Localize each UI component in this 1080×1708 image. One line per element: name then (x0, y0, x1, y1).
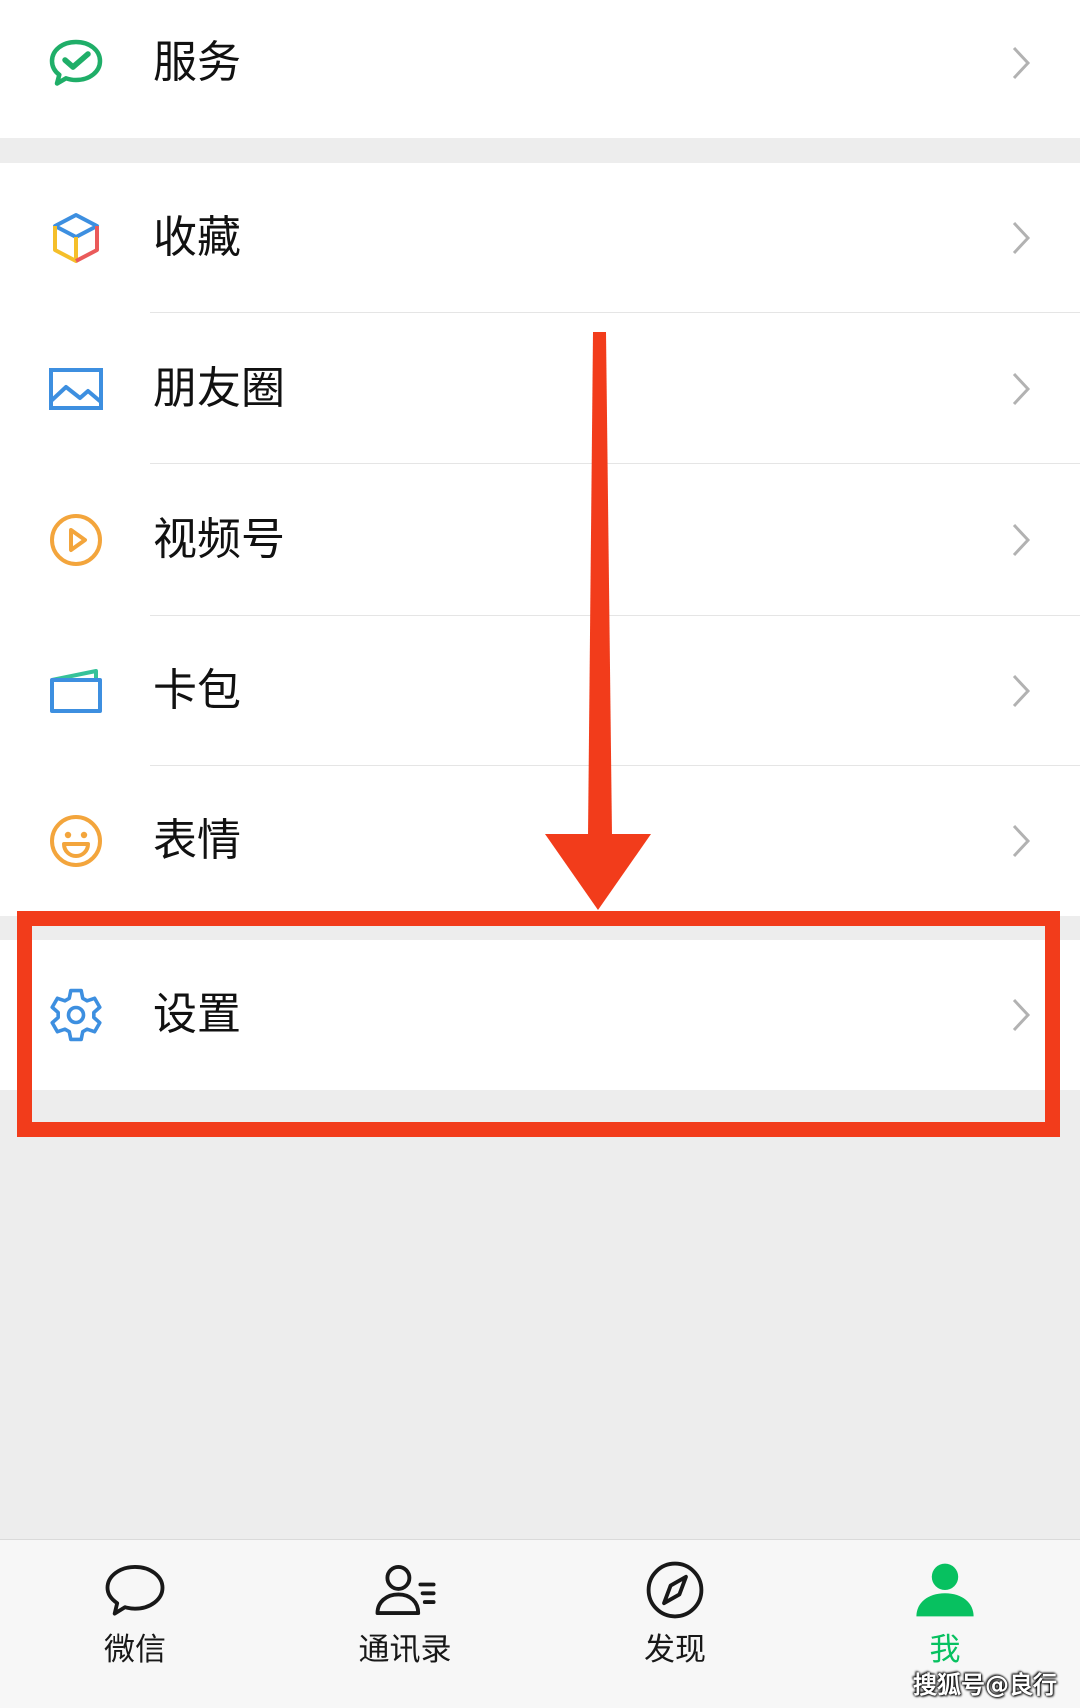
menu-row-service[interactable]: 服务 (0, 0, 1080, 138)
menu-row-card-wallet[interactable]: 卡包 (0, 616, 1080, 766)
menu-label-card-wallet: 卡包 (153, 665, 241, 716)
menu-label-stickers: 表情 (153, 815, 241, 866)
menu-label-settings: 设置 (153, 989, 241, 1040)
chevron-right-icon (1012, 46, 1031, 80)
channels-play-icon (46, 510, 106, 570)
chat-bubble-icon (102, 1557, 168, 1623)
person-filled-icon (912, 1557, 978, 1623)
gear-icon (46, 985, 106, 1045)
card-wallet-icon (46, 661, 106, 721)
chevron-right-icon (1012, 824, 1031, 858)
chevron-right-icon (1012, 221, 1031, 255)
tab-label-contacts: 通讯录 (358, 1632, 452, 1668)
menu-label-service: 服务 (153, 37, 241, 88)
menu-label-favorites: 收藏 (153, 212, 241, 263)
menu-label-moments: 朋友圈 (153, 362, 285, 414)
menu-label-channels: 视频号 (153, 514, 285, 565)
compass-icon (642, 1557, 708, 1623)
tab-label-chats: 微信 (104, 1632, 166, 1668)
tab-label-me: 我 (929, 1632, 961, 1668)
service-check-bubble-icon (46, 33, 106, 93)
menu-row-channels[interactable]: 视频号 (0, 464, 1080, 616)
chevron-right-icon (1012, 998, 1031, 1032)
menu-row-settings[interactable]: 设置 (0, 940, 1080, 1090)
tab-chats[interactable]: 微信 (0, 1540, 270, 1708)
moments-picture-icon (46, 359, 106, 419)
menu-row-favorites[interactable]: 收藏 (0, 163, 1080, 313)
favorites-cube-icon (46, 208, 106, 268)
chevron-right-icon (1012, 674, 1031, 708)
contacts-icon (372, 1557, 438, 1623)
watermark: 搜狐号@良行 (913, 1671, 1057, 1699)
tab-label-discover: 发现 (644, 1632, 706, 1668)
sticker-smiley-icon (46, 811, 106, 871)
tab-discover[interactable]: 发现 (540, 1540, 810, 1708)
menu-row-stickers[interactable]: 表情 (0, 766, 1080, 916)
chevron-right-icon (1012, 372, 1031, 405)
chevron-right-icon (1012, 523, 1031, 557)
tab-contacts[interactable]: 通讯录 (270, 1540, 540, 1708)
menu-row-moments[interactable]: 朋友圈 (0, 313, 1080, 464)
